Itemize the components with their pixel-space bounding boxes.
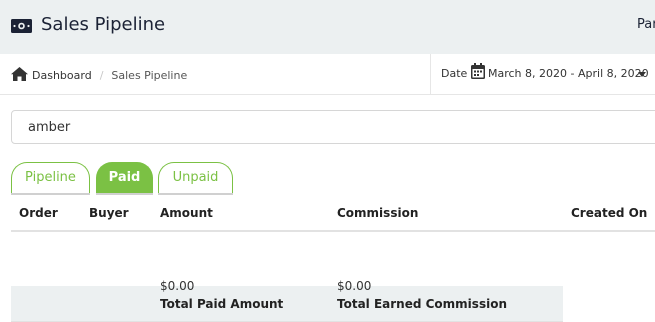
home-icon[interactable]: [11, 67, 28, 84]
total-earned-commission-value: $0.00: [337, 279, 372, 293]
breadcrumb-bar: Dashboard / Sales Pipeline Date March 8,…: [0, 54, 655, 95]
breadcrumb-dashboard-link[interactable]: Dashboard: [32, 69, 92, 82]
column-header-order[interactable]: Order: [19, 196, 58, 230]
breadcrumb-separator: /: [99, 69, 104, 82]
date-label: Date: [441, 67, 468, 80]
breadcrumb: Dashboard / Sales Pipeline: [11, 67, 187, 84]
breadcrumb-current: Sales Pipeline: [111, 69, 188, 82]
calendar-icon: [471, 63, 485, 83]
summary-values-row: $0.00 $0.00: [11, 268, 655, 304]
column-header-commission[interactable]: Commission: [337, 196, 418, 230]
column-header-amount[interactable]: Amount: [160, 196, 213, 230]
tab-unpaid[interactable]: Unpaid: [158, 162, 233, 193]
date-range-text: March 8, 2020 - April 8, 2020: [488, 67, 649, 80]
total-paid-amount-value: $0.00: [160, 279, 195, 293]
header-right-text[interactable]: Par: [637, 17, 655, 32]
column-header-created-on[interactable]: Created On: [571, 196, 647, 230]
tab-pipeline[interactable]: Pipeline: [11, 162, 90, 193]
chevron-down-icon: [638, 72, 646, 77]
money-bill-icon: [11, 18, 32, 37]
sales-table: Order Buyer Amount Commission Created On…: [11, 196, 655, 322]
page-title: Sales Pipeline: [41, 14, 166, 35]
table-header-row: Order Buyer Amount Commission Created On: [11, 196, 655, 232]
search-input[interactable]: [11, 110, 655, 144]
top-header: Sales Pipeline Par: [0, 0, 655, 54]
tab-paid[interactable]: Paid: [96, 162, 153, 193]
date-range-picker[interactable]: Date March 8, 2020 - April 8, 2020: [430, 54, 655, 94]
column-header-buyer[interactable]: Buyer: [89, 196, 129, 230]
